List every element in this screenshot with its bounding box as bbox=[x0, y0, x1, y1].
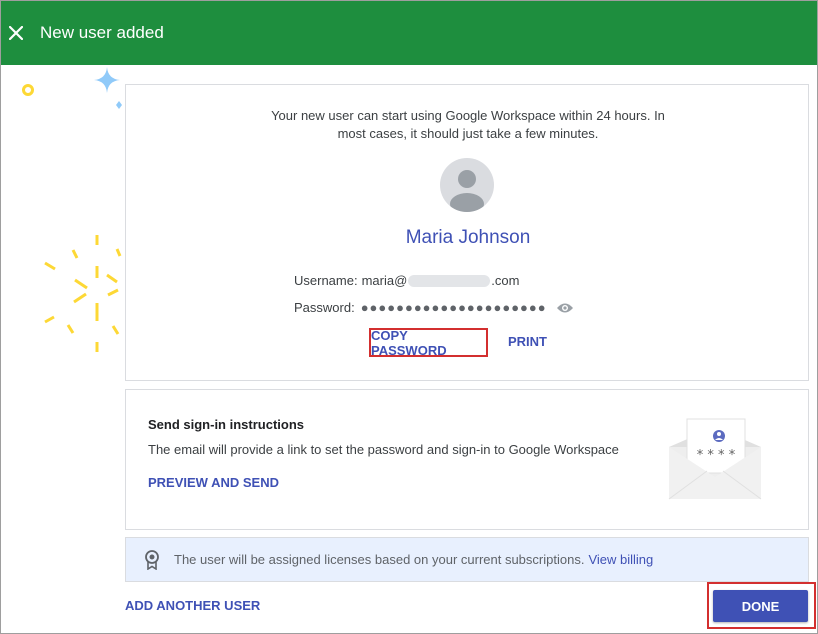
intro-text: Your new user can start using Google Wor… bbox=[271, 108, 665, 141]
username-prefix: maria@ bbox=[361, 273, 408, 288]
license-banner: The user will be assigned licenses based… bbox=[125, 537, 809, 582]
signin-title: Send sign-in instructions bbox=[148, 417, 305, 432]
copy-password-label: COPY PASSWORD bbox=[371, 327, 447, 358]
password-mask: ●●●●●●●●●●●●●●●●●●●●● bbox=[360, 300, 547, 315]
new-user-card: Your new user can start using Google Wor… bbox=[125, 84, 809, 381]
password-row: Password: ●●●●●●●●●●●●●●●●●●●●● bbox=[294, 300, 574, 315]
done-button[interactable]: DONE bbox=[713, 590, 808, 622]
redacted-domain bbox=[408, 274, 491, 287]
envelope-credentials-icon: * * * * bbox=[668, 418, 762, 500]
view-billing-link[interactable]: View billing bbox=[588, 552, 653, 567]
eye-icon[interactable] bbox=[556, 302, 574, 314]
username-suffix: .com bbox=[491, 273, 520, 288]
print-button[interactable]: PRINT bbox=[508, 334, 547, 349]
dialog-title: New user added bbox=[40, 23, 164, 42]
preview-and-send-button[interactable]: PREVIEW AND SEND bbox=[148, 475, 279, 490]
confetti-circle-icon bbox=[22, 84, 34, 96]
signin-instructions-card: Send sign-in instructions The email will… bbox=[125, 389, 809, 530]
copy-password-button[interactable]: COPY PASSWORD bbox=[369, 327, 488, 358]
add-another-user-button[interactable]: ADD ANOTHER USER bbox=[125, 598, 260, 613]
confetti-burst-icon bbox=[44, 235, 122, 352]
svg-text:* * * *: * * * * bbox=[697, 448, 736, 463]
username-row: Username: maria@ .com bbox=[294, 273, 519, 288]
signin-description: The email will provide a link to set the… bbox=[148, 442, 619, 457]
username-label: Username: bbox=[294, 273, 358, 288]
user-full-name: Maria Johnson bbox=[405, 227, 531, 248]
license-badge-icon bbox=[144, 549, 160, 570]
sparkle-dot-icon bbox=[116, 101, 122, 109]
dialog-header: New user added bbox=[1, 1, 817, 65]
person-avatar-icon bbox=[440, 158, 494, 212]
close-icon[interactable] bbox=[5, 22, 27, 44]
password-label: Password: bbox=[294, 300, 355, 315]
sparkle-star-icon bbox=[94, 67, 120, 93]
license-text: The user will be assigned licenses based… bbox=[174, 552, 585, 567]
